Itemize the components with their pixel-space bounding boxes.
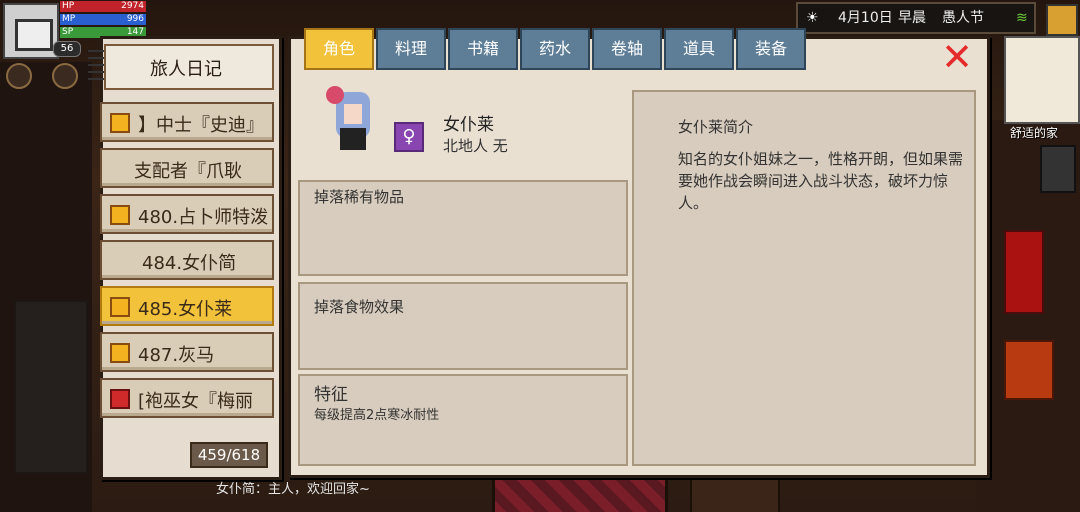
journal-list-item-selected[interactable]: 485.女仆莱: [100, 286, 274, 326]
journal-item-label: 支配者『爪耿: [134, 161, 242, 182]
tab-cooking[interactable]: 料理: [376, 28, 446, 70]
mp-label: MP: [62, 14, 76, 24]
festival-text: 愚人节: [942, 10, 984, 26]
fire-buff-icon[interactable]: [6, 63, 32, 89]
gem-icon: [110, 113, 130, 133]
journal-item-label: [袍巫女『梅丽: [138, 391, 254, 412]
trait-section: 特征 每级提高2点寒冰耐性: [298, 374, 628, 466]
expand-map-button[interactable]: [1046, 4, 1078, 36]
mp-bar: MP 996: [60, 14, 146, 25]
sp-label: SP: [62, 27, 74, 37]
journal-item-label: 】中士『史迪』: [138, 115, 264, 136]
npc-intro-title: 女仆莱简介: [678, 118, 754, 136]
journal-counter: 459/618: [190, 442, 268, 468]
food-effect-title: 掉落食物效果: [314, 298, 405, 316]
npc-origin: 北地人 无: [443, 137, 508, 155]
mp-value: 996: [126, 14, 144, 24]
journal-item-label: 484.女仆简: [142, 253, 237, 274]
shield-buff-icon[interactable]: [52, 63, 78, 89]
npc-portrait: [318, 82, 380, 154]
tab-items[interactable]: 道具: [664, 28, 734, 70]
journal-list-item[interactable]: 480.占卜师特泼: [100, 194, 274, 234]
npc-intro-text: 知名的女仆姐妹之一，性格开朗，但如果需要她作战会瞬间进入战斗状态，破坏力惊人。: [678, 150, 964, 212]
journal-list-item[interactable]: 】中士『史迪』: [100, 102, 274, 142]
tab-books[interactable]: 书籍: [448, 28, 518, 70]
time-of-day-text: 早晨: [898, 10, 926, 26]
player-level-badge: 56: [53, 41, 81, 57]
journal-title: 旅人日记: [150, 59, 222, 80]
journal-list-item[interactable]: 484.女仆简: [100, 240, 274, 280]
npc-name: 女仆莱: [443, 115, 494, 135]
journal-list-item[interactable]: 487.灰马: [100, 332, 274, 372]
journal-item-label: 487.灰马: [138, 345, 215, 366]
hp-bar: HP 2974: [60, 1, 146, 12]
female-icon: ♀: [394, 122, 424, 152]
journal-title-tab: 旅人日记: [104, 44, 274, 90]
date-text: 4月10日: [838, 10, 893, 26]
gem-icon: [110, 343, 130, 363]
food-effect-section: 掉落食物效果: [298, 282, 628, 370]
player-avatar[interactable]: [3, 3, 59, 59]
tab-potions[interactable]: 药水: [520, 28, 590, 70]
sun-icon: ☀: [806, 10, 819, 26]
journal-item-label: 480.占卜师特泼: [138, 207, 269, 228]
location-label: 舒适的家: [1010, 126, 1059, 140]
rare-drop-section: 掉落稀有物品: [298, 180, 628, 276]
trait-title: 特征: [314, 385, 348, 405]
gem-icon: [110, 205, 130, 225]
close-icon[interactable]: ✕: [940, 38, 974, 76]
trait-description: 每级提高2点寒冰耐性: [314, 408, 440, 423]
hp-value: 2974: [121, 1, 144, 11]
rare-drop-title: 掉落稀有物品: [314, 188, 405, 206]
gem-icon: [110, 297, 130, 317]
date-time-bar: ☀ 4月10日 早晨 愚人节 ≋: [796, 2, 1036, 34]
dialog-line: 女仆简：主人，欢迎回家~: [216, 482, 370, 497]
wifi-icon: ≋: [1016, 10, 1028, 26]
npc-intro-panel: 女仆莱简介 知名的女仆姐妹之一，性格开朗，但如果需要她作战会瞬间进入战斗状态，破…: [632, 90, 976, 466]
tab-character[interactable]: 角色: [304, 28, 374, 70]
hp-label: HP: [62, 1, 75, 11]
gem-icon: [110, 389, 130, 409]
tab-scrolls[interactable]: 卷轴: [592, 28, 662, 70]
tab-equipment[interactable]: 装备: [736, 28, 806, 70]
journal-list-item[interactable]: 支配者『爪耿: [100, 148, 274, 188]
journal-item-label: 485.女仆莱: [138, 299, 233, 320]
journal-list-item[interactable]: [袍巫女『梅丽: [100, 378, 274, 418]
